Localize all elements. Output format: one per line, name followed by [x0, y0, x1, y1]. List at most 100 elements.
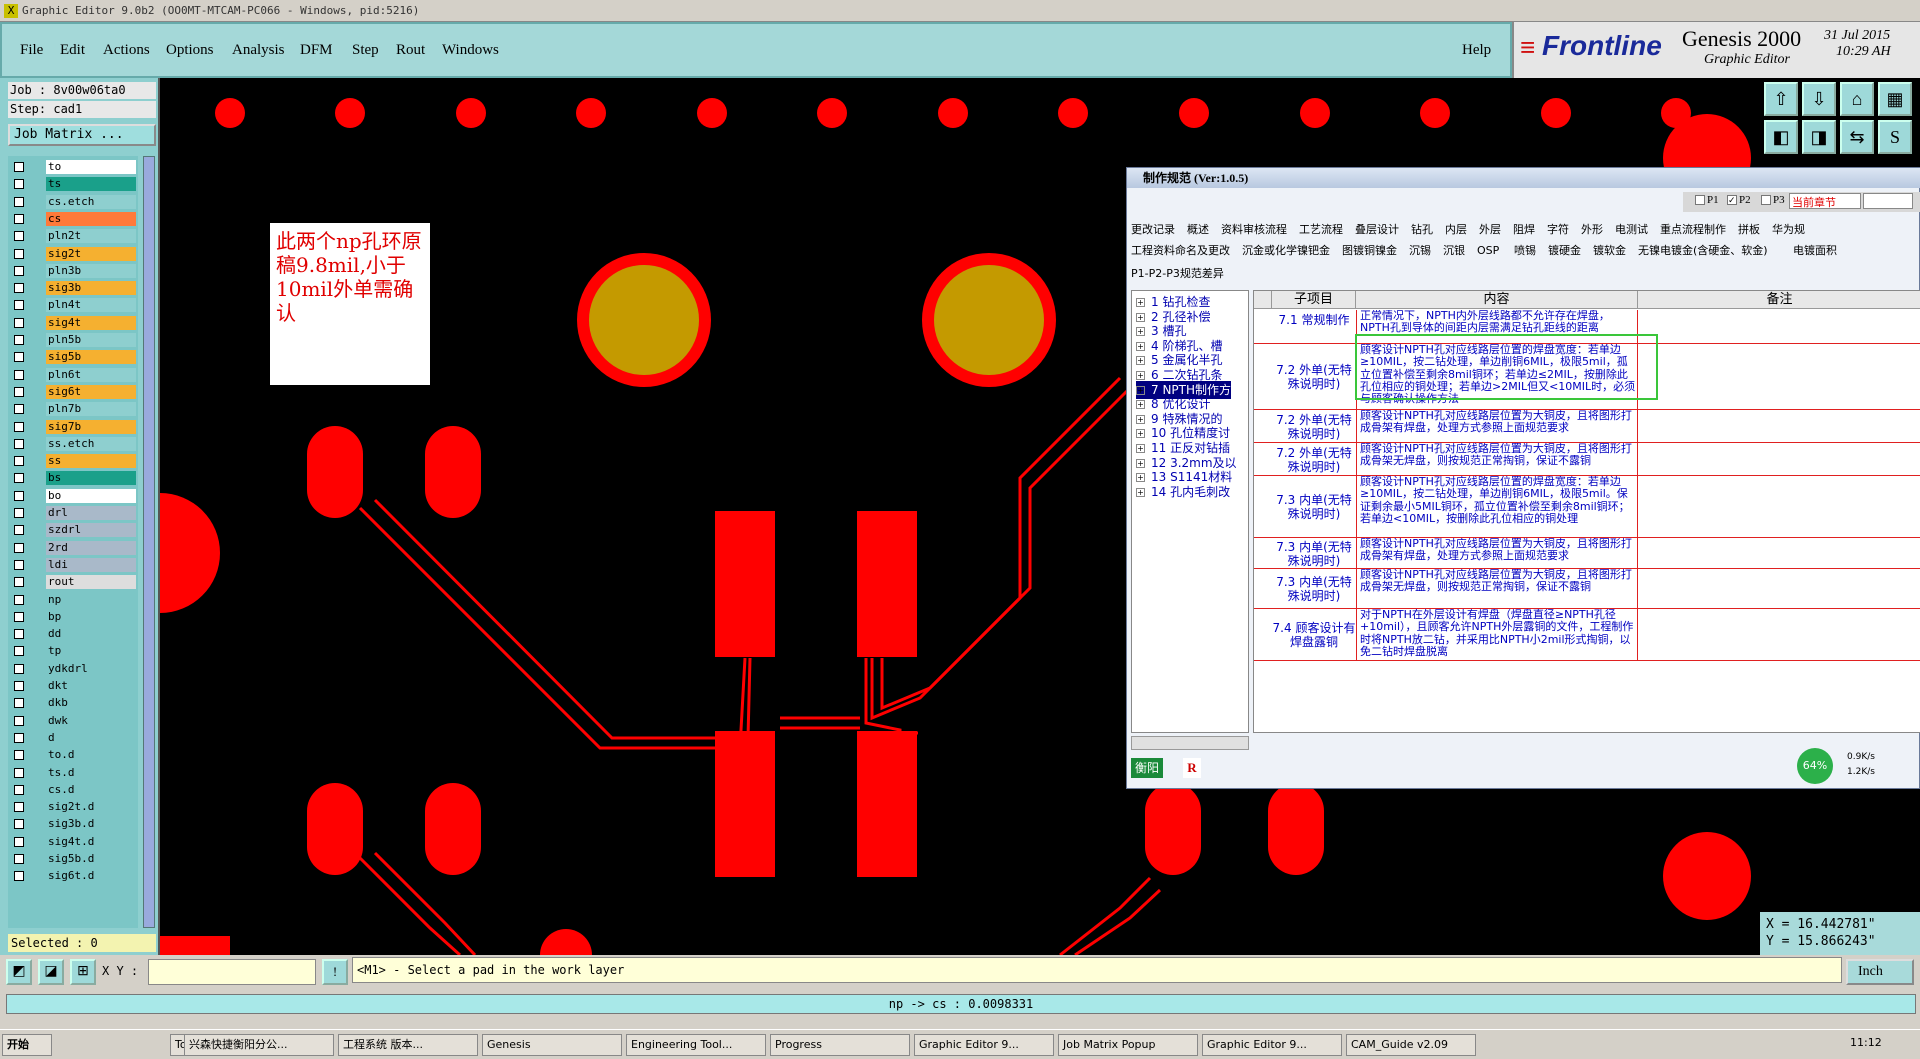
cmd-tool3-icon[interactable]: ⊞	[70, 959, 96, 985]
table-row[interactable]: 7.3 内单(无特殊说明时) 顾客设计NPTH孔对应线路层位置的焊盘宽度：若单边≥…	[1254, 476, 1920, 538]
layer-row[interactable]: d	[10, 730, 138, 745]
layer-checkbox[interactable]	[14, 473, 24, 484]
expand-icon[interactable]: +	[1136, 400, 1145, 410]
chapter-select[interactable]: 当前章节	[1789, 193, 1861, 209]
layer-color-swatch[interactable]	[30, 471, 42, 485]
layer-checkbox[interactable]	[14, 819, 24, 830]
layer-checkbox[interactable]	[14, 559, 24, 570]
expand-icon[interactable]: +	[1136, 414, 1145, 424]
expand-icon[interactable]: +	[1136, 473, 1145, 483]
layer-row[interactable]: dwk	[10, 713, 138, 728]
layer-row[interactable]: bp	[10, 609, 138, 624]
tool-grid-icon[interactable]: ▦	[1878, 82, 1912, 116]
menu-analysis[interactable]: Analysis	[232, 42, 285, 59]
layer-name[interactable]: ts	[46, 177, 136, 192]
layer-color-swatch[interactable]	[30, 558, 42, 572]
menu-edit[interactable]: Edit	[60, 42, 85, 59]
layer-checkbox[interactable]	[14, 196, 24, 207]
layer-name[interactable]: np	[46, 592, 136, 607]
layer-checkbox[interactable]	[14, 732, 24, 743]
layer-name[interactable]: sig4t.d	[46, 834, 136, 849]
layer-row[interactable]: np	[10, 592, 138, 607]
layer-color-swatch[interactable]	[30, 696, 42, 710]
layer-color-swatch[interactable]	[30, 212, 42, 226]
layer-color-swatch[interactable]	[30, 281, 42, 295]
layer-name[interactable]: sig5b	[46, 350, 136, 365]
xy-input[interactable]	[148, 959, 316, 985]
table-row[interactable]: 7.3 内单(无特殊说明时) 顾客设计NPTH孔对应线路层位置为大铜皮，且将图形打…	[1254, 569, 1920, 609]
p3-checkbox[interactable]	[1761, 195, 1771, 205]
taskbar-item[interactable]: Graphic Editor 9...	[1202, 1034, 1342, 1056]
spec-tab[interactable]: 外层	[1479, 221, 1501, 239]
p2-checkbox[interactable]: ✓	[1727, 195, 1737, 205]
spec-tab[interactable]: 沉银	[1443, 242, 1465, 260]
job-matrix-button[interactable]: Job Matrix ...	[8, 124, 156, 146]
layer-checkbox[interactable]	[14, 715, 24, 726]
layer-color-swatch[interactable]	[30, 437, 42, 451]
layer-color-swatch[interactable]	[30, 766, 42, 780]
spec-tab[interactable]: 更改记录	[1131, 221, 1175, 239]
layer-checkbox[interactable]	[14, 594, 24, 605]
layer-checkbox[interactable]	[14, 490, 24, 501]
spec-tab[interactable]: 图镀铜镍金	[1342, 242, 1397, 260]
layer-row[interactable]: to.d	[10, 748, 138, 763]
layer-name[interactable]: bo	[46, 488, 136, 503]
cmd-info-icon[interactable]: !	[322, 959, 348, 985]
layer-color-swatch[interactable]	[30, 662, 42, 676]
layer-color-swatch[interactable]	[30, 852, 42, 866]
layer-checkbox[interactable]	[14, 542, 24, 553]
layer-checkbox[interactable]	[14, 162, 24, 172]
menu-help[interactable]: Help	[1462, 42, 1491, 59]
layer-name[interactable]: pln5b	[46, 333, 136, 347]
expand-icon[interactable]: +	[1136, 444, 1145, 453]
layer-checkbox[interactable]	[14, 300, 24, 311]
spec-tab[interactable]: 工程资料命名及更改	[1131, 242, 1230, 260]
layer-row[interactable]: sig6t	[10, 384, 138, 399]
layer-color-swatch[interactable]	[30, 575, 42, 589]
tool-flip-icon[interactable]: ⇆	[1840, 120, 1874, 154]
layer-checkbox[interactable]	[14, 248, 24, 259]
layer-checkbox[interactable]	[14, 421, 24, 432]
layer-row[interactable]: pln3b	[10, 263, 138, 278]
tool-left-icon[interactable]: ◧	[1764, 120, 1798, 154]
spec-tab[interactable]: 镀硬金	[1548, 242, 1581, 260]
p1-checkbox[interactable]	[1695, 195, 1705, 205]
layer-color-swatch[interactable]	[30, 177, 42, 191]
layer-color-swatch[interactable]	[30, 385, 42, 399]
tool-download-icon[interactable]: ⇩	[1802, 82, 1836, 116]
layer-name[interactable]: ldi	[46, 557, 136, 572]
layer-name[interactable]: cs.d	[46, 782, 136, 797]
layer-name[interactable]: pln2t	[46, 229, 136, 244]
layer-name[interactable]: tp	[46, 644, 136, 659]
layer-name[interactable]: sig2t.d	[46, 800, 136, 815]
spec-tab[interactable]: 拼板	[1738, 221, 1760, 239]
layer-row[interactable]: sig2t	[10, 246, 138, 261]
layer-color-swatch[interactable]	[30, 229, 42, 243]
layer-name[interactable]: ss	[46, 454, 136, 469]
layer-checkbox[interactable]	[14, 456, 24, 467]
taskbar-item[interactable]: Job Matrix Popup	[1058, 1034, 1198, 1056]
expand-icon[interactable]: +	[1136, 458, 1145, 468]
spec-tab[interactable]: 沉锡	[1409, 242, 1431, 260]
layer-row[interactable]: sig2t.d	[10, 800, 138, 815]
spec-tab[interactable]: 叠层设计	[1355, 221, 1399, 239]
layer-color-swatch[interactable]	[30, 298, 42, 312]
layer-name[interactable]: sig3b.d	[46, 817, 136, 832]
tool-s-icon[interactable]: S	[1878, 120, 1912, 154]
layer-checkbox[interactable]	[14, 646, 24, 657]
spec-tab[interactable]: 喷锡	[1514, 242, 1536, 260]
spec-tab[interactable]: OSP	[1477, 242, 1499, 260]
layer-name[interactable]: sig4t	[46, 315, 136, 330]
layer-name[interactable]: drl	[46, 506, 136, 520]
layer-checkbox[interactable]	[14, 404, 24, 415]
tool-home-icon[interactable]: ⌂	[1840, 82, 1874, 116]
layer-name[interactable]: sig6t	[46, 384, 136, 399]
layer-name[interactable]: d	[46, 730, 136, 745]
layer-row[interactable]: cs	[10, 211, 138, 226]
layer-color-swatch[interactable]	[30, 541, 42, 555]
layer-row[interactable]: dkb	[10, 696, 138, 711]
taskbar-item[interactable]: Progress	[770, 1034, 910, 1056]
layer-color-swatch[interactable]	[30, 627, 42, 641]
layer-checkbox[interactable]	[14, 663, 24, 674]
subtab-diff[interactable]: P1-P2-P3规范差异	[1131, 265, 1224, 283]
